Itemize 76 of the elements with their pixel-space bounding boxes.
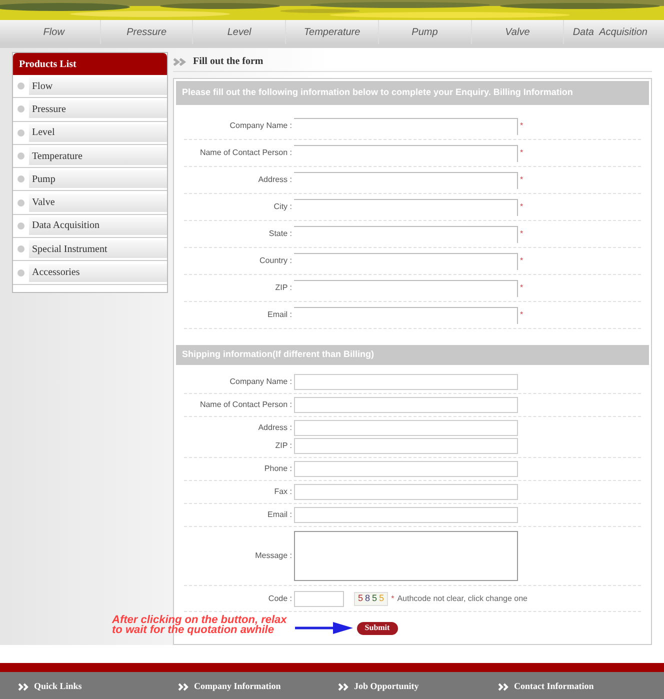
field-label: Code : bbox=[267, 592, 293, 604]
footer-heading: Quick Links bbox=[34, 680, 82, 693]
field-label: Name of Contact Person : bbox=[198, 147, 293, 159]
arrow-icon bbox=[294, 622, 355, 634]
bullet-icon bbox=[17, 152, 25, 160]
nav-link[interactable]: Pressure bbox=[100, 20, 192, 44]
sidebar-link[interactable]: Special Instrument bbox=[29, 240, 167, 258]
nav-link[interactable]: Valve bbox=[470, 20, 564, 44]
submit-button[interactable]: Submit bbox=[356, 622, 398, 634]
required-mark: * bbox=[520, 282, 524, 294]
sidebar-link[interactable]: Flow bbox=[29, 77, 167, 96]
nav-link[interactable]: Flow bbox=[8, 20, 100, 44]
field-label: Address : bbox=[257, 174, 293, 186]
bullet-icon bbox=[17, 198, 25, 207]
required-mark: * bbox=[520, 120, 524, 132]
bullet-icon bbox=[17, 105, 25, 114]
field-label: Country : bbox=[258, 255, 293, 267]
required-mark: * bbox=[520, 309, 524, 321]
field-label: Company Name : bbox=[228, 376, 293, 388]
sidebar-link[interactable]: Level bbox=[29, 124, 167, 142]
nav-link[interactable]: Pump bbox=[378, 20, 471, 44]
page-title: Fill out the form bbox=[193, 55, 264, 69]
bullet-icon bbox=[17, 82, 25, 90]
text-field[interactable] bbox=[294, 374, 518, 390]
footer-heading: Job Opportunity bbox=[354, 680, 419, 693]
bullet-icon bbox=[17, 128, 25, 137]
sidebar-title: Products List bbox=[13, 53, 167, 75]
field-label: ZIP : bbox=[274, 440, 293, 452]
footer-heading: Company Information bbox=[194, 680, 281, 693]
field-label: Email : bbox=[266, 509, 293, 521]
required-mark: * bbox=[391, 592, 394, 604]
sidebar-link[interactable]: Accessories bbox=[29, 264, 167, 282]
chevron-icon bbox=[498, 682, 510, 691]
field-label: Company Name : bbox=[228, 120, 293, 132]
text-field[interactable] bbox=[294, 420, 518, 436]
text-field[interactable] bbox=[294, 507, 518, 523]
bullet-icon bbox=[17, 175, 25, 184]
instruction-note: After clicking on the button, relax to wait for the quotation awhile bbox=[112, 615, 287, 635]
chevron-icon bbox=[178, 682, 190, 691]
nav-link[interactable]: Data Acquisition bbox=[563, 20, 656, 44]
message-field[interactable] bbox=[294, 531, 518, 581]
bullet-icon bbox=[17, 222, 25, 230]
chevron-icon bbox=[338, 682, 350, 691]
required-mark: * bbox=[520, 255, 524, 267]
field-label: Name of Contact Person : bbox=[198, 399, 293, 411]
required-mark: * bbox=[520, 147, 524, 159]
field-label: Phone : bbox=[263, 463, 293, 475]
required-mark: * bbox=[520, 201, 524, 213]
nav-link[interactable]: Temperature bbox=[285, 20, 378, 44]
field-label: City : bbox=[272, 201, 293, 213]
bullet-icon bbox=[17, 268, 25, 277]
chevron-icon bbox=[18, 682, 30, 691]
text-field[interactable] bbox=[294, 397, 518, 413]
bullet-icon bbox=[17, 245, 25, 254]
quote-icon bbox=[173, 58, 187, 66]
nav-link[interactable]: Level bbox=[192, 20, 286, 44]
text-field[interactable] bbox=[294, 461, 518, 477]
captcha-hint: Authcode not clear, click change one bbox=[397, 592, 528, 604]
field-label: Email : bbox=[266, 309, 293, 321]
required-mark: * bbox=[520, 174, 524, 186]
text-field[interactable] bbox=[294, 484, 518, 500]
field-label: Message : bbox=[254, 550, 293, 562]
sidebar-link[interactable]: Pressure bbox=[29, 100, 167, 118]
footer-heading: Contact Information bbox=[514, 680, 594, 693]
sidebar-link[interactable]: Pump bbox=[29, 170, 167, 188]
sidebar-link[interactable]: Valve bbox=[29, 194, 167, 212]
required-mark: * bbox=[520, 228, 524, 240]
sidebar-link[interactable]: Data Acquisition bbox=[29, 216, 167, 235]
captcha-image[interactable]: 5 8 5 5 bbox=[354, 592, 388, 606]
field-label: Address : bbox=[257, 422, 293, 434]
text-field[interactable] bbox=[294, 438, 518, 454]
field-label: State : bbox=[268, 228, 293, 240]
field-label: Fax : bbox=[273, 486, 293, 498]
sidebar-link[interactable]: Temperature bbox=[29, 147, 167, 166]
field-label: ZIP : bbox=[274, 282, 293, 294]
code-field[interactable] bbox=[294, 590, 344, 606]
